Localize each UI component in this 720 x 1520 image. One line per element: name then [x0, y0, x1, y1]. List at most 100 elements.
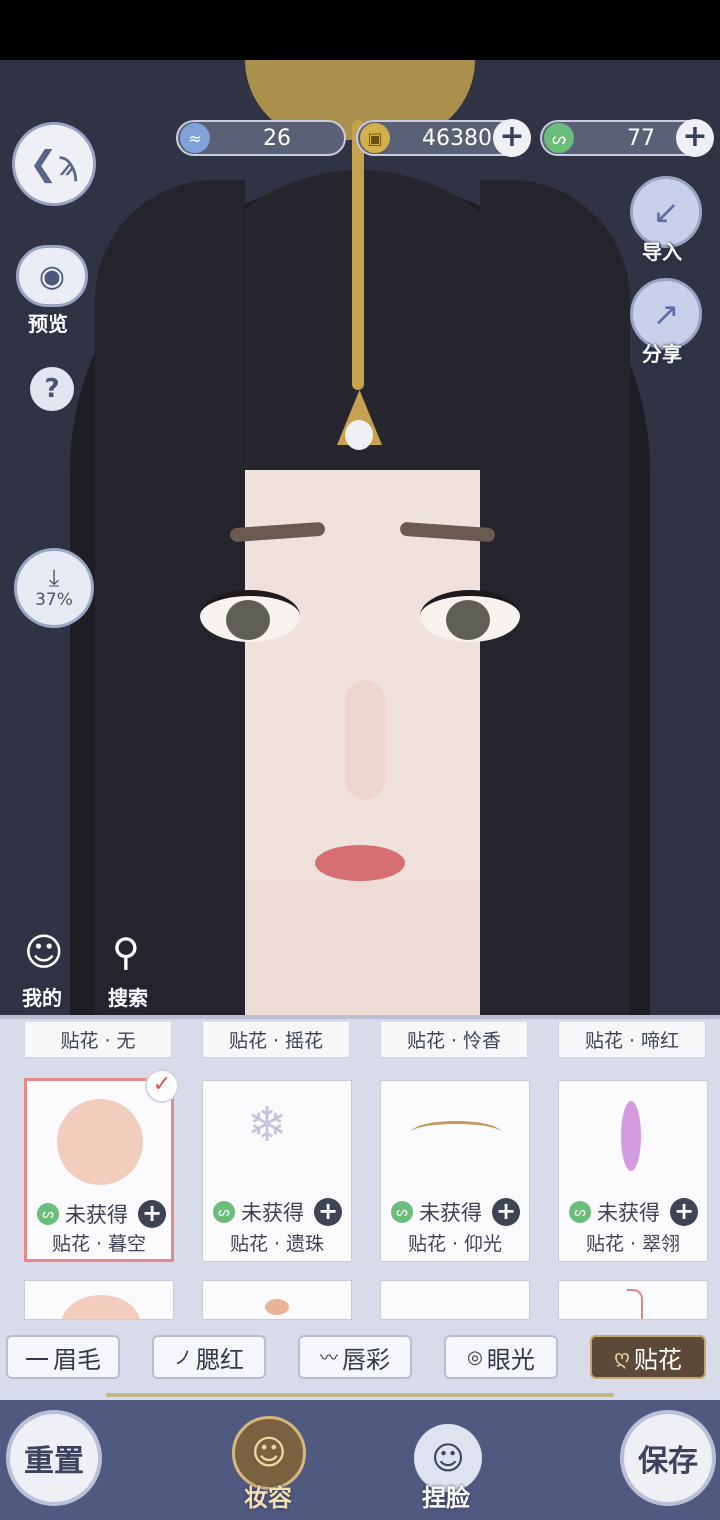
tab-label: 眼光 [486, 1345, 535, 1374]
sticker-card-partial[interactable] [24, 1280, 174, 1320]
back-button[interactable]: ❮ϡ [12, 122, 96, 206]
search-button[interactable]: ⚲ 搜索 [106, 930, 158, 1010]
reset-label: 重置 [24, 1444, 84, 1479]
character-neck [240, 880, 480, 1015]
download-progress-button[interactable]: ⤓ 37% [14, 548, 94, 628]
sticker-card-yangguang[interactable]: ᔕ 未获得 + 贴花 · 仰光 [380, 1080, 530, 1262]
tab-label: 腮红 [196, 1345, 244, 1374]
reset-button[interactable]: 重置 [6, 1410, 102, 1506]
sticker-card-tihong[interactable]: 贴花 · 啼红 [558, 1022, 706, 1058]
sticker-name: 贴花 · 仰光 [407, 1233, 503, 1255]
sticker-preview-curl [411, 1121, 501, 1144]
preview-button[interactable]: ◉ [16, 245, 88, 307]
butterfly-back-icon: ❮ϡ [29, 144, 79, 184]
tabs-scroll-track [106, 1393, 614, 1397]
search-label: 搜索 [108, 986, 148, 1010]
lips [315, 845, 405, 881]
sticker-card-yaohua[interactable]: 贴花 · 摇花 [202, 1022, 350, 1058]
question-icon: ? [44, 374, 60, 404]
add-coins-button[interactable]: + [493, 119, 531, 157]
sticker-name: 贴花 · 暮空 [51, 1233, 147, 1255]
mine-button[interactable]: ☺ 我的 [20, 930, 72, 1010]
acquire-button[interactable]: + [492, 1198, 520, 1226]
character-viewport[interactable] [0, 60, 720, 1015]
sticker-preview [265, 1299, 289, 1315]
tab-lip-color[interactable]: 〰唇彩 [298, 1335, 412, 1379]
nose [345, 680, 385, 800]
acquire-button[interactable]: + [138, 1200, 166, 1228]
save-button[interactable]: 保存 [620, 1410, 716, 1506]
jade-icon: ᔕ [544, 123, 574, 153]
forehead-chain [352, 120, 364, 390]
sticker-icon: ღ [614, 1345, 630, 1369]
tab-label: 唇彩 [342, 1345, 390, 1374]
tab-sticker[interactable]: ღ 贴花 [590, 1335, 706, 1379]
forehead-pearl [345, 420, 373, 450]
tab-eyebrow[interactable]: 一眉毛 [6, 1335, 120, 1379]
left-eye [200, 590, 300, 642]
search-icon: ⚲ [112, 930, 140, 974]
sticker-card-partial[interactable] [380, 1280, 530, 1320]
sticker-preview [61, 1295, 141, 1319]
tab-eye-light[interactable]: ◎ 眼光 [444, 1335, 558, 1379]
acquire-button[interactable]: + [314, 1198, 342, 1226]
right-eye [420, 590, 520, 642]
tab-label: 眉毛 [53, 1345, 101, 1374]
selected-check-icon: ✓ [145, 1069, 179, 1103]
blush-icon: ノ [174, 1348, 192, 1369]
help-button[interactable]: ? [30, 367, 74, 411]
status-text: 未获得 [65, 1203, 128, 1227]
jade-icon: ᔕ [391, 1201, 413, 1223]
status-text: 未获得 [241, 1201, 304, 1225]
sticker-status: ᔕ 未获得 + [569, 1197, 698, 1227]
jade-icon: ᔕ [569, 1201, 591, 1223]
sticker-card-yizhu[interactable]: ❄ ᔕ 未获得 + 贴花 · 遗珠 [202, 1080, 352, 1262]
sticker-card-lianxiang[interactable]: 贴花 · 怜香 [380, 1022, 528, 1058]
sticker-preview-feather [621, 1101, 641, 1171]
coin-icon: ▣ [360, 123, 390, 153]
sticker-status: ᔕ 未获得 + [213, 1197, 342, 1227]
add-jade-button[interactable]: + [676, 119, 714, 157]
sticker-card-cuiling[interactable]: ᔕ 未获得 + 贴花 · 翠翎 [558, 1080, 708, 1262]
preview-label: 预览 [28, 312, 68, 336]
sticker-status: ᔕ 未获得 + [391, 1197, 520, 1227]
sticker-name: 贴花 · 怜香 [406, 1030, 502, 1052]
sticker-preview [627, 1289, 643, 1319]
sticker-preview-sparkle: ❄ [247, 1097, 288, 1153]
sticker-card-mukong[interactable]: ✓ ᔕ 未获得 + 贴花 · 暮空 [24, 1069, 179, 1262]
import-arrow-icon: ↙ [652, 193, 680, 231]
face-label: 捏脸 [422, 1484, 470, 1512]
sticker-card-partial[interactable] [202, 1280, 352, 1320]
feather-token-icon: ≈ [180, 123, 210, 153]
import-label: 导入 [642, 240, 682, 264]
bottom-bar [0, 1400, 720, 1520]
sticker-name: 贴花 · 啼红 [584, 1030, 680, 1052]
jade-icon: ᔕ [37, 1203, 59, 1225]
share-arrow-icon: ↗ [652, 295, 680, 333]
eye-icon: ◉ [38, 258, 66, 294]
user-female-icon: ☺ [24, 930, 64, 974]
sticker-card-partial[interactable] [558, 1280, 708, 1320]
tab-blush[interactable]: ノ腮红 [152, 1335, 266, 1379]
download-icon: ⤓ [48, 564, 60, 592]
feather-count: 26 [263, 125, 291, 151]
download-percent: 37% [35, 590, 73, 610]
sticker-name: 贴花 · 摇花 [228, 1030, 324, 1052]
share-label: 分享 [642, 342, 682, 366]
sticker-status: ᔕ 未获得 + [37, 1199, 166, 1229]
save-label: 保存 [638, 1444, 698, 1479]
acquire-button[interactable]: + [670, 1198, 698, 1226]
makeup-avatar-icon: ☺ [251, 1433, 287, 1473]
makeup-label: 妆容 [244, 1484, 292, 1512]
sticker-card-none[interactable]: 贴花 · 无 [24, 1022, 172, 1058]
lips-icon: 〰 [320, 1348, 338, 1369]
eye-light-icon: ◎ [467, 1346, 483, 1368]
tab-label: 贴花 [633, 1345, 682, 1374]
eyebrow-icon: 一 [25, 1345, 49, 1374]
currency-feather: ≈ 26 [176, 120, 346, 156]
mine-label: 我的 [22, 986, 62, 1010]
status-text: 未获得 [419, 1201, 482, 1225]
status-text: 未获得 [597, 1201, 660, 1225]
sticker-name: 贴花 · 翠翎 [585, 1233, 681, 1255]
sticker-name: 贴花 · 无 [60, 1030, 136, 1052]
